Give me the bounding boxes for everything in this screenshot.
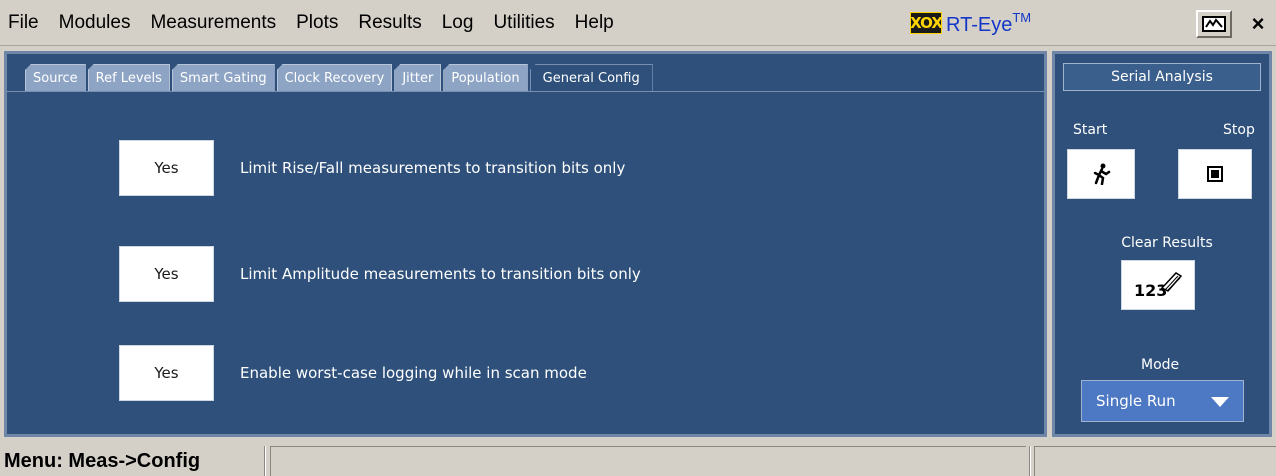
option-label: Limit Rise/Fall measurements to transiti… [240, 159, 626, 177]
svg-text:123: 123 [1134, 281, 1167, 300]
tab-divider [7, 91, 1044, 92]
running-man-icon [1093, 163, 1111, 185]
option-row: Yes Enable worst-case logging while in s… [119, 345, 587, 401]
tab-general-config[interactable]: General Config [529, 64, 653, 91]
start-label: Start [1073, 122, 1108, 138]
window-restore-icon [1202, 16, 1226, 32]
tab-source[interactable]: Source [25, 64, 86, 91]
status-divider [264, 446, 266, 476]
mode-value: Single Run [1096, 392, 1176, 410]
tab-ref-levels[interactable]: Ref Levels [87, 64, 170, 91]
start-button[interactable] [1067, 149, 1135, 199]
menu-bar: File Modules Measurements Plots Results … [0, 0, 1276, 46]
chevron-down-icon [1211, 397, 1229, 407]
restore-window-button[interactable] [1196, 10, 1232, 38]
status-field [270, 446, 1026, 476]
config-panel: Source Ref Levels Smart Gating Clock Rec… [4, 51, 1047, 437]
menu-results[interactable]: Results [348, 0, 431, 46]
trademark: TM [1012, 9, 1032, 25]
menu-file[interactable]: File [0, 0, 49, 46]
status-bar: Menu: Meas->Config [0, 442, 1276, 476]
menu-utilities[interactable]: Utilities [483, 0, 564, 46]
app-name: RT-Eye [946, 13, 1013, 36]
menu-help[interactable]: Help [565, 0, 624, 46]
panel-title: Serial Analysis [1063, 63, 1261, 91]
app-brand: XOX RT-EyeTM [910, 4, 1031, 42]
tab-smart-gating[interactable]: Smart Gating [171, 64, 275, 91]
close-icon: × [1251, 11, 1265, 36]
brand-logo-icon: XOX [910, 12, 943, 34]
mode-label: Mode [1141, 357, 1180, 373]
worst-case-logging-toggle[interactable]: Yes [119, 345, 214, 401]
status-divider [1029, 446, 1031, 476]
tab-clock-recovery[interactable]: Clock Recovery [276, 64, 393, 91]
option-row: Yes Limit Rise/Fall measurements to tran… [119, 140, 625, 196]
stop-button[interactable] [1178, 149, 1252, 199]
eraser-counter-icon: 123 [1134, 272, 1183, 300]
limit-rise-fall-toggle[interactable]: Yes [119, 140, 214, 196]
close-button[interactable]: × [1240, 10, 1276, 38]
menu-log[interactable]: Log [432, 0, 484, 46]
limit-amplitude-toggle[interactable]: Yes [119, 246, 214, 302]
menu-plots[interactable]: Plots [286, 0, 348, 46]
clear-results-label: Clear Results [1121, 235, 1213, 251]
serial-analysis-panel: Serial Analysis Start Stop Clear Results… [1052, 51, 1272, 437]
status-field-right [1034, 446, 1276, 476]
stop-square-icon [1207, 166, 1223, 182]
menu-measurements[interactable]: Measurements [140, 0, 286, 46]
option-row: Yes Limit Amplitude measurements to tran… [119, 246, 641, 302]
app-title: RT-EyeTM [946, 10, 1031, 37]
option-label: Enable worst-case logging while in scan … [240, 364, 587, 382]
status-text: Menu: Meas->Config [4, 450, 201, 472]
stop-label: Stop [1223, 122, 1255, 138]
tab-bar: Source Ref Levels Smart Gating Clock Rec… [25, 64, 655, 91]
clear-results-button[interactable]: 123 [1121, 260, 1195, 310]
mode-dropdown[interactable]: Single Run [1081, 380, 1244, 422]
option-label: Limit Amplitude measurements to transiti… [240, 265, 641, 283]
tab-jitter[interactable]: Jitter [394, 64, 442, 91]
menu-modules[interactable]: Modules [49, 0, 141, 46]
tab-population[interactable]: Population [443, 64, 528, 91]
